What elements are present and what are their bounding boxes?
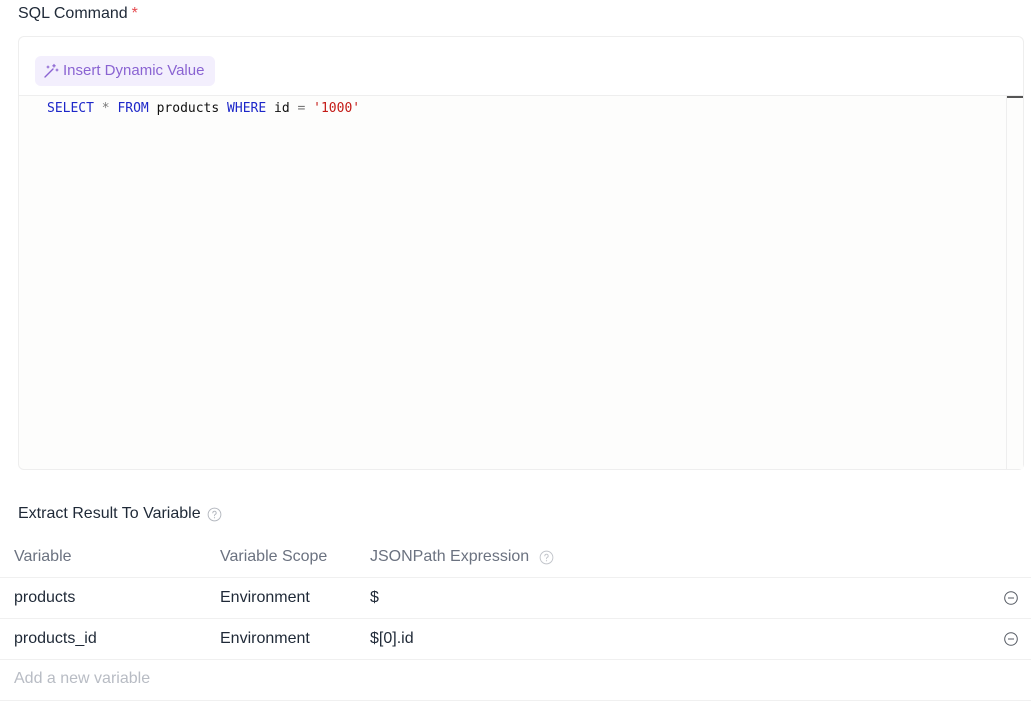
table-row: products_id Environment $[0].id [0, 619, 1031, 660]
extract-title-text: Extract Result To Variable [18, 505, 201, 522]
table-header: Variable Variable Scope JSONPath Express… [0, 537, 1031, 578]
code-token-kw: SELECT [47, 101, 94, 116]
editor-scrollbar[interactable] [1006, 96, 1023, 469]
sql-code-editor[interactable]: SELECT * FROM products WHERE id = '1000' [19, 96, 1007, 469]
code-token-op: * [101, 101, 110, 116]
column-header-scope: Variable Scope [220, 548, 328, 565]
jsonpath-expression[interactable]: $[0].id [370, 619, 414, 659]
insert-dynamic-value-label: Insert Dynamic Value [63, 62, 205, 79]
variables-table: Variable Variable Scope JSONPath Express… [0, 537, 1031, 701]
minus-circle-icon[interactable] [1004, 632, 1018, 646]
variable-name[interactable]: products_id [14, 619, 97, 659]
code-token-id [94, 101, 102, 116]
add-variable-row [0, 660, 1031, 701]
insert-dynamic-value-button[interactable]: Insert Dynamic Value [35, 56, 216, 86]
column-header-variable: Variable [14, 548, 72, 565]
variable-name[interactable]: products [14, 578, 75, 618]
sql-command-label: SQL Command * [18, 4, 138, 24]
question-circle-icon[interactable] [207, 507, 222, 522]
minus-circle-icon[interactable] [1004, 591, 1018, 605]
question-circle-icon[interactable] [539, 550, 554, 565]
code-token-kw: FROM [117, 101, 149, 116]
extract-section-title: Extract Result To Variable [18, 504, 222, 524]
jsonpath-expression[interactable]: $ [370, 578, 379, 618]
code-token-str: '1000' [313, 101, 361, 116]
code-line: SELECT * FROM products WHERE id = '1000' [47, 99, 1007, 119]
required-mark: * [131, 5, 138, 22]
code-token-id: products [148, 101, 228, 116]
code-token-kw: WHERE [227, 101, 267, 116]
sql-editor: Insert Dynamic Value SELECT * FROM produ… [18, 36, 1024, 470]
table-row: products Environment $ [0, 578, 1031, 619]
sql-command-label-text: SQL Command [18, 5, 128, 22]
magic-wand-icon [44, 63, 59, 78]
column-header-jsonpath-label: JSONPath Expression [370, 548, 530, 565]
variable-scope[interactable]: Environment [220, 578, 310, 618]
code-token-id [305, 101, 313, 116]
editor-toolbar: Insert Dynamic Value [19, 37, 1023, 96]
column-header-jsonpath: JSONPath Expression [370, 537, 554, 577]
scrollbar-thumb[interactable] [1007, 96, 1023, 98]
code-token-id: id [266, 101, 298, 116]
add-variable-input[interactable] [14, 660, 414, 698]
variable-scope[interactable]: Environment [220, 619, 310, 659]
